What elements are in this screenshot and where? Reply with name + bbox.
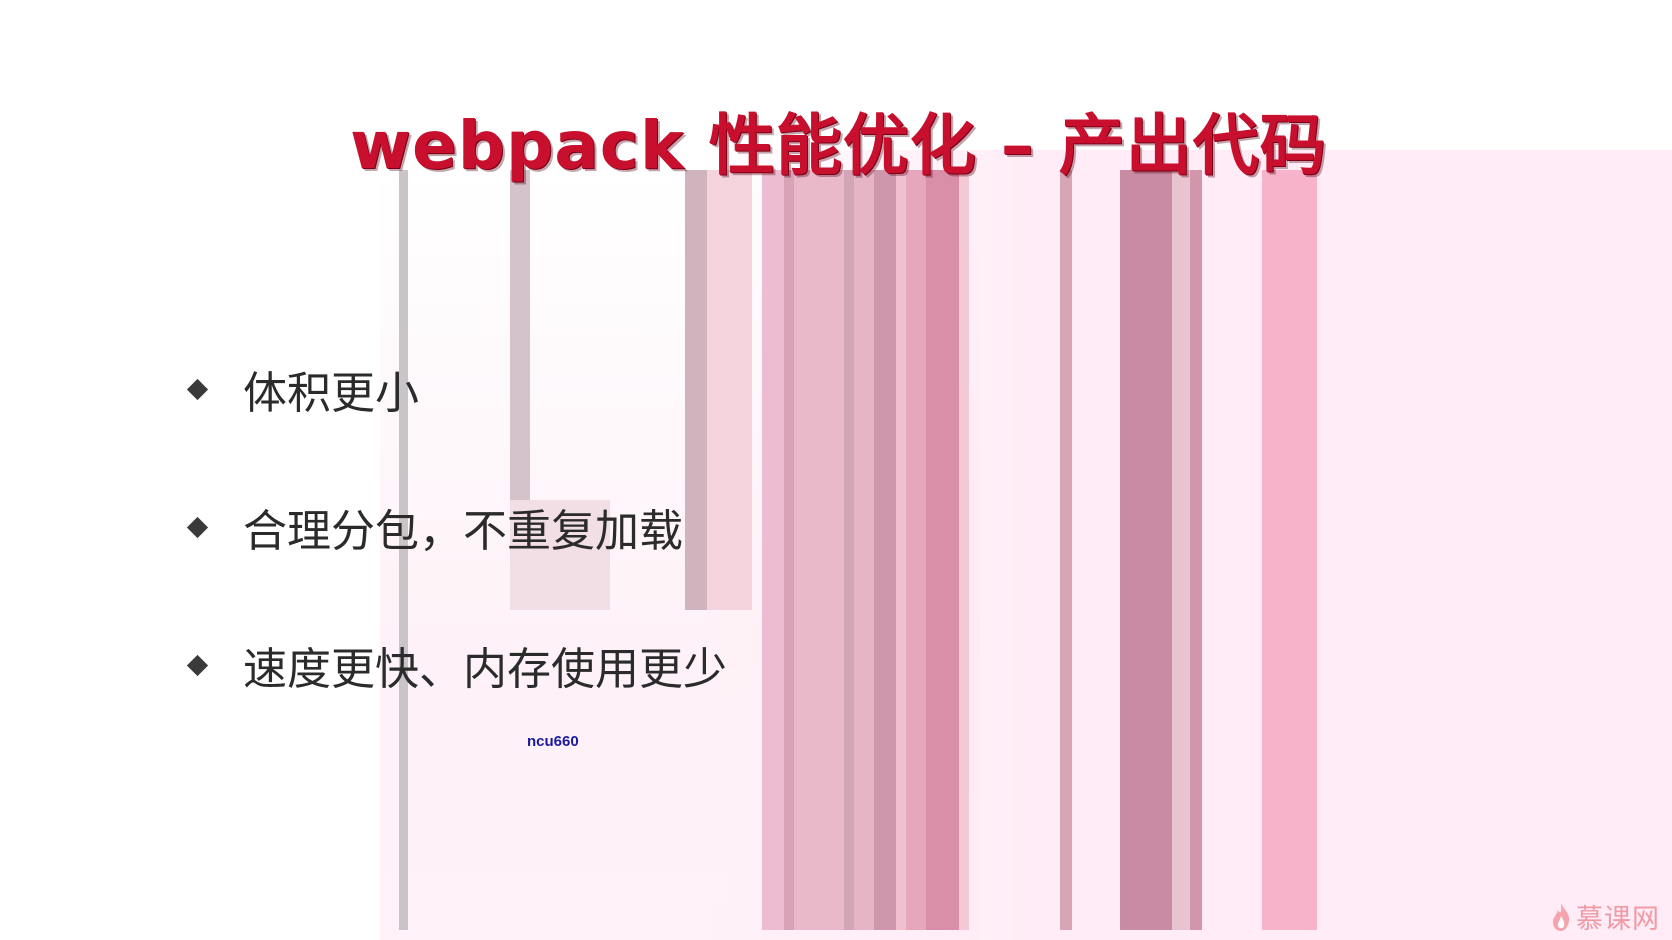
bullet-item: 合理分包，不重复加载 xyxy=(186,458,727,596)
glitch-stripe xyxy=(784,170,794,930)
glitch-stripe xyxy=(874,170,896,930)
glitch-stripe xyxy=(926,170,959,930)
glitch-stripe xyxy=(794,170,844,930)
glitch-stripe xyxy=(896,170,906,930)
glitch-stripe xyxy=(1172,170,1190,930)
watermark: ncu660 xyxy=(527,733,579,750)
diamond-bullet-icon xyxy=(186,516,209,538)
bullet-list: 体积更小 合理分包，不重复加载 速度更快、内存使用更少 xyxy=(186,320,727,734)
diamond-bullet-icon xyxy=(186,378,209,400)
bullet-text: 体积更小 xyxy=(243,368,419,419)
glitch-stripe xyxy=(854,170,874,930)
slide-title: webpack 性能优化 – 产出代码 xyxy=(350,107,1327,184)
flame-icon xyxy=(1553,902,1570,931)
bullet-text: 合理分包，不重复加载 xyxy=(243,506,683,557)
glitch-stripe xyxy=(1262,170,1317,930)
bullet-item: 速度更快、内存使用更少 xyxy=(186,596,727,734)
slide: webpack 性能优化 – 产出代码 体积更小 合理分包，不重复加载 速度更快… xyxy=(0,0,1672,940)
bullet-item: 体积更小 xyxy=(186,320,727,458)
glitch-stripe xyxy=(1120,170,1172,930)
glitch-stripe xyxy=(906,170,926,930)
brand-logo: 慕课网 xyxy=(1550,897,1660,936)
glitch-stripe xyxy=(762,170,784,930)
glitch-stripe xyxy=(959,170,969,930)
glitch-stripe xyxy=(1060,170,1072,930)
glitch-stripe xyxy=(1190,170,1202,930)
glitch-stripe xyxy=(844,170,854,930)
diamond-bullet-icon xyxy=(186,654,209,676)
bullet-text: 速度更快、内存使用更少 xyxy=(243,644,727,695)
brand-name: 慕课网 xyxy=(1576,904,1660,935)
